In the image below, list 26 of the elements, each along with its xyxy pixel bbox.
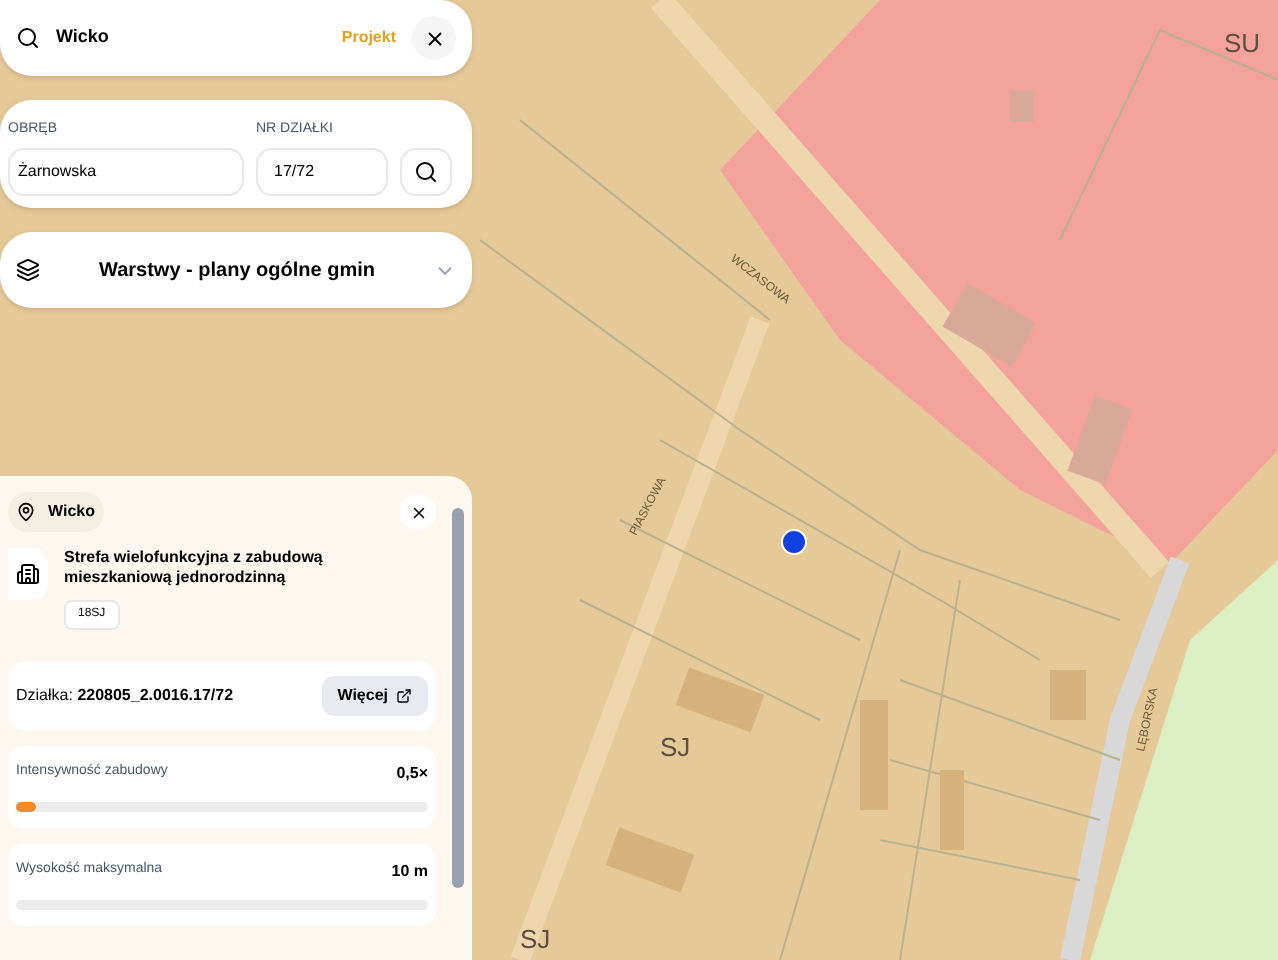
search-value: Wicko [56,24,111,51]
metric-value: 0,5× [396,762,428,786]
search-bar[interactable]: Wicko Projekt [0,0,472,76]
parcel-field[interactable]: 17/72 [256,148,388,196]
zone-title: Strefa wielofunkcyjna z zabudową mieszkaniową jednorodzinną [64,548,325,588]
external-link-icon [396,688,412,704]
metric-value: 10 m [391,860,428,884]
search-button[interactable] [400,148,452,196]
street-field[interactable]: Żarnowska [8,148,244,196]
more-button[interactable]: Więcej [321,676,428,716]
layers-icon [16,258,40,282]
search-icon [414,160,438,184]
close-icon [423,27,445,49]
pin-icon [16,502,36,522]
close-icon [409,503,427,521]
project-label: Projekt [341,26,396,50]
building-glyph-icon [16,562,40,586]
layers-dropdown[interactable]: Warstwy - plany ogólne gmin [0,232,472,308]
search-icon [16,26,40,50]
close-button[interactable] [412,16,456,60]
zone-label: SU [1224,28,1261,58]
zone-label: SJ [660,732,691,762]
place-name: Wicko [48,500,95,524]
scrollbar[interactable] [452,508,464,888]
parcel-id: Działka: 220805_2.0016.17/72 [16,684,234,708]
zone-label: SJ [520,924,551,954]
